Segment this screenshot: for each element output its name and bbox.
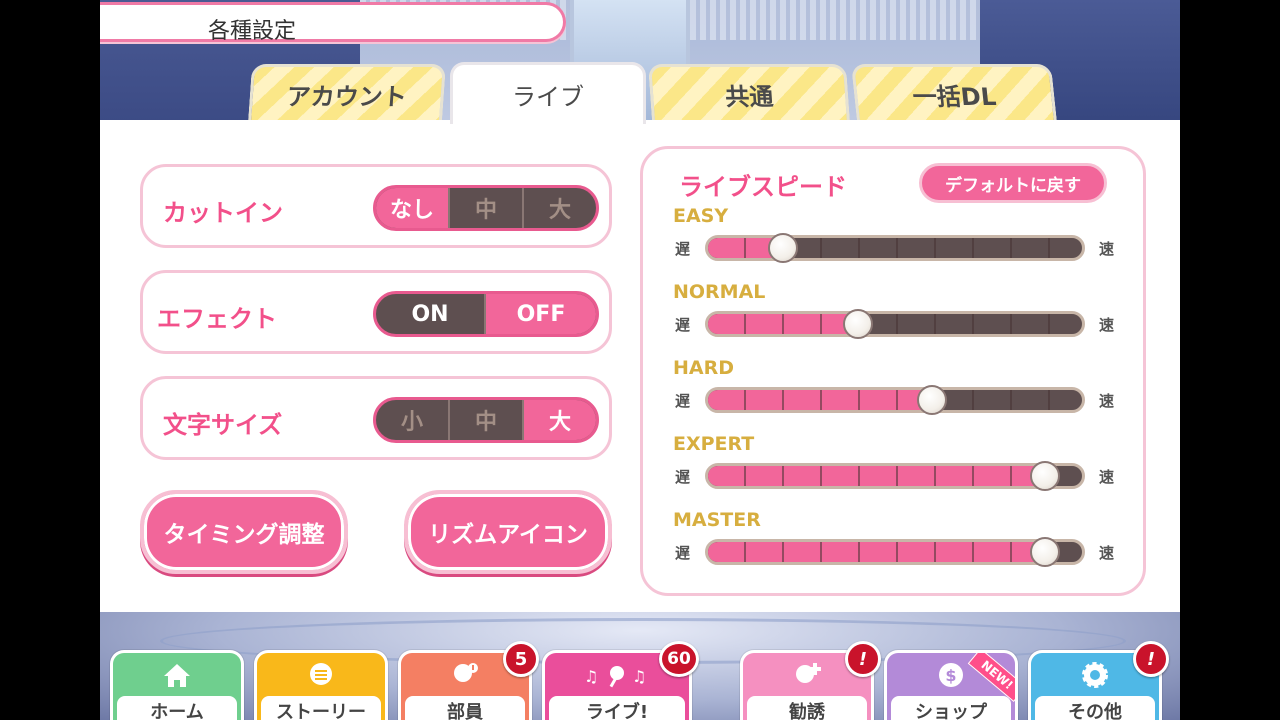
member-notification-badge: 5 (503, 641, 539, 677)
game-screen: 各種設定 アカウント 共通 一括DL カットイン なし 中 大 エフェクト ON… (100, 0, 1180, 720)
speed-slider-hard[interactable] (705, 387, 1085, 413)
tab-common-label: 共通 (724, 83, 775, 111)
tab-bulk-download-label: 一括DL (911, 83, 998, 111)
slow-label-easy: 遅 (675, 240, 691, 258)
slow-label-normal: 遅 (675, 316, 691, 334)
member-icon (449, 661, 481, 689)
difficulty-label-hard: HARD (673, 357, 735, 379)
text-size-option: 文字サイズ 小 中 大 (140, 376, 612, 460)
tab-account-label: アカウント (285, 83, 408, 111)
live-notification-badge: 60 (659, 641, 699, 677)
nav-recruit-button[interactable]: 勧誘 ! (740, 641, 881, 720)
music-icon: ♫ ♫ (582, 661, 652, 689)
gear-icon (1079, 661, 1111, 689)
page-title: 各種設定 (208, 19, 297, 44)
settings-panel: カットイン なし 中 大 エフェクト ON OFF 文字サイズ 小 中 大 タイ… (100, 120, 1180, 612)
effect-option: エフェクト ON OFF (140, 270, 612, 354)
effect-selector: ON OFF (373, 291, 599, 337)
speed-ticks-hard (708, 390, 1082, 410)
speed-slider-normal[interactable] (705, 311, 1085, 337)
recruit-icon (791, 661, 823, 689)
speed-knob-master[interactable] (1029, 537, 1060, 567)
other-alert-badge: ! (1133, 641, 1169, 677)
slow-label-master: 遅 (675, 544, 691, 562)
speed-knob-easy[interactable] (767, 233, 798, 263)
nav-live-button[interactable]: ♫ ♫ ライブ! 60 (542, 641, 699, 720)
cutin-none-option[interactable]: なし (376, 188, 450, 228)
new-ribbon: NEW! (967, 653, 1015, 703)
live-speed-title: ライブスピード (679, 173, 847, 201)
nav-home-label: ホーム (150, 702, 204, 720)
effect-label: エフェクト (157, 305, 277, 333)
rhythm-icon-button[interactable]: リズムアイコン (404, 490, 612, 574)
cutin-selector: なし 中 大 (373, 185, 599, 231)
nav-other-label: その他 (1068, 702, 1122, 720)
timing-adjust-button[interactable]: タイミング調整 (140, 490, 348, 574)
fast-label-easy: 速 (1099, 240, 1115, 258)
speed-ticks-easy (708, 238, 1082, 258)
nav-home-button[interactable]: ホーム (110, 650, 244, 720)
live-speed-section: ライブスピード デフォルトに戻す EASY 遅速 NORMAL 遅速 HARD 遅速 EXP… (640, 146, 1146, 596)
tab-common[interactable]: 共通 (647, 64, 851, 122)
svg-text:♫: ♫ (584, 667, 598, 686)
slow-label-expert: 遅 (675, 468, 691, 486)
reset-default-button[interactable]: デフォルトに戻す (919, 163, 1107, 203)
tab-account[interactable]: アカウント (247, 64, 447, 122)
fast-label-master: 速 (1099, 544, 1115, 562)
speed-slider-master[interactable] (705, 539, 1085, 565)
bottom-navigation: ホーム ストーリー 部員 5 ♫ ♫ ライブ! 60 勧誘 ! $ ショップ N… (100, 640, 1180, 720)
nav-live-label: ライブ! (585, 702, 649, 720)
nav-recruit-label: 勧誘 (789, 702, 825, 720)
slow-label-hard: 遅 (675, 392, 691, 410)
recruit-alert-badge: ! (845, 641, 881, 677)
cutin-large-option[interactable]: 大 (524, 188, 596, 228)
text-size-small-option[interactable]: 小 (376, 400, 450, 440)
nav-story-button[interactable]: ストーリー (254, 650, 388, 720)
nav-shop-button[interactable]: $ ショップ NEW! (884, 650, 1018, 720)
svg-text:♫: ♫ (632, 667, 646, 686)
effect-on-option[interactable]: ON (376, 294, 486, 334)
text-size-medium-option[interactable]: 中 (450, 400, 524, 440)
speed-ticks-normal (708, 314, 1082, 334)
fast-label-hard: 速 (1099, 392, 1115, 410)
text-size-selector: 小 中 大 (373, 397, 599, 443)
text-size-label: 文字サイズ (163, 411, 283, 439)
nav-member-label: 部員 (447, 702, 483, 720)
nav-story-label: ストーリー (276, 702, 366, 720)
nav-other-button[interactable]: その他 ! (1028, 641, 1169, 720)
speed-knob-expert[interactable] (1029, 461, 1060, 491)
tab-live-label: ライブ (512, 83, 584, 111)
difficulty-label-expert: EXPERT (673, 433, 755, 455)
speed-slider-easy[interactable] (705, 235, 1085, 261)
effect-off-option[interactable]: OFF (486, 294, 596, 334)
tab-live[interactable]: ライブ (450, 62, 646, 124)
cutin-option: カットイン なし 中 大 (140, 164, 612, 248)
speed-ticks-expert (708, 466, 1082, 486)
fast-label-normal: 速 (1099, 316, 1115, 334)
difficulty-label-easy: EASY (673, 205, 729, 227)
title-bar: 各種設定 (100, 2, 566, 44)
chat-icon (305, 661, 337, 689)
difficulty-label-normal: NORMAL (673, 281, 766, 303)
text-size-large-option[interactable]: 大 (524, 400, 596, 440)
speed-ticks-master (708, 542, 1082, 562)
tab-bulk-download[interactable]: 一括DL (850, 64, 1058, 122)
fast-label-expert: 速 (1099, 468, 1115, 486)
coin-icon: $ (935, 661, 967, 689)
nav-shop-label: ショップ (915, 702, 987, 720)
cutin-medium-option[interactable]: 中 (450, 188, 524, 228)
nav-member-button[interactable]: 部員 5 (398, 641, 539, 720)
speed-knob-normal[interactable] (842, 309, 873, 339)
difficulty-label-master: MASTER (673, 509, 761, 531)
svg-text:$: $ (945, 666, 956, 685)
home-icon (161, 661, 193, 689)
cutin-label: カットイン (163, 199, 283, 227)
speed-slider-expert[interactable] (705, 463, 1085, 489)
